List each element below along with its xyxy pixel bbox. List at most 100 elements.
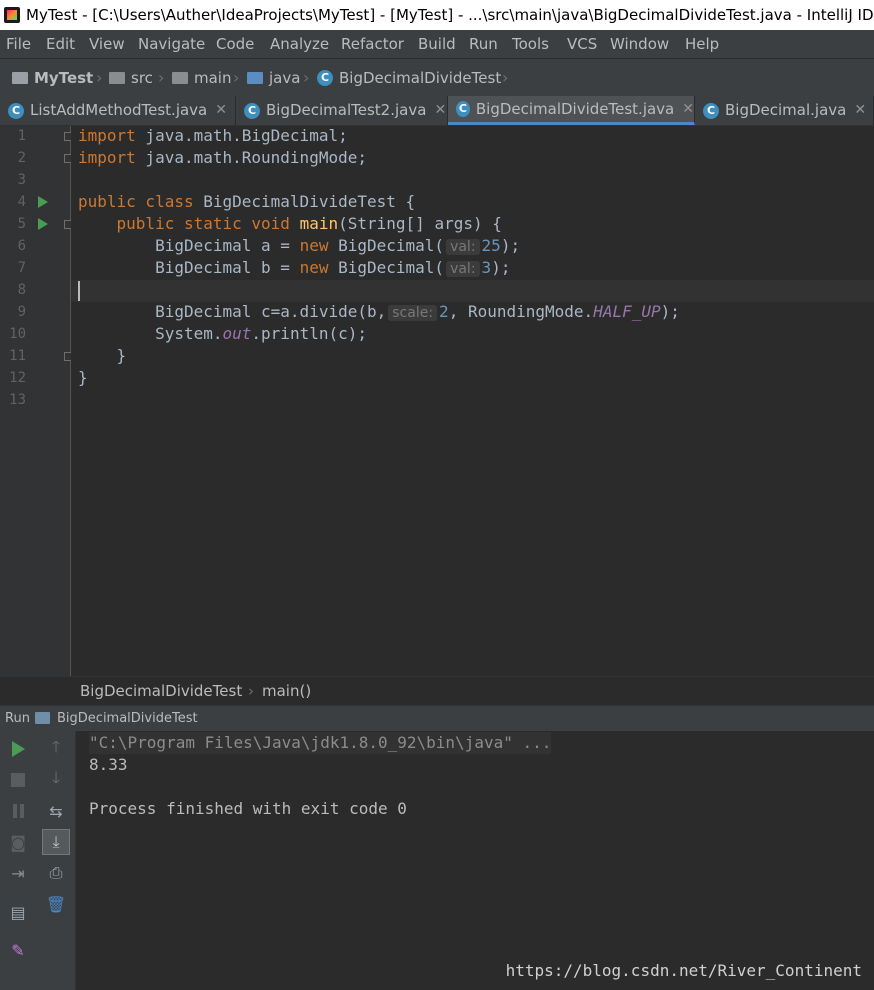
- folder-icon: [109, 72, 125, 84]
- menu-file[interactable]: File: [6, 30, 31, 58]
- menu-refactor[interactable]: Refactor: [341, 30, 404, 58]
- project-folder-icon: [12, 72, 28, 84]
- intellij-logo-icon: [4, 7, 20, 23]
- line-number: 2: [17, 150, 26, 166]
- chevron-right-icon: ›: [248, 682, 254, 700]
- run-config-icon: [35, 712, 50, 724]
- java-class-icon: C: [317, 70, 333, 86]
- code-line-2: import java.math.RoundingMode;: [78, 148, 367, 167]
- tab-label: BigDecimalDivideTest.java: [475, 99, 675, 118]
- parameter-hint: val:: [446, 239, 480, 255]
- editor-breadcrumbs: BigDecimalDivideTest › main(): [0, 676, 874, 705]
- breadcrumb-method[interactable]: main(): [262, 677, 311, 705]
- print-icon[interactable]: ⎙: [45, 862, 67, 884]
- menu-window[interactable]: Window: [610, 30, 669, 58]
- soft-wrap-icon[interactable]: ⇆: [45, 800, 67, 822]
- java-class-icon: C: [456, 101, 470, 117]
- close-icon[interactable]: ✕: [682, 95, 694, 124]
- stop-icon[interactable]: [7, 769, 29, 791]
- line-number: 12: [9, 370, 26, 386]
- scroll-to-end-icon[interactable]: ⤓: [42, 829, 70, 855]
- code-editor[interactable]: import java.math.BigDecimal; import java…: [71, 126, 874, 676]
- arrow-up-icon[interactable]: 🡑: [45, 737, 67, 760]
- menu-navigate[interactable]: Navigate: [138, 30, 205, 58]
- parameter-hint: scale:: [388, 305, 438, 321]
- code-line-5: public static void main(String[] args) {: [116, 214, 502, 233]
- menu-build[interactable]: Build: [418, 30, 456, 58]
- window-title-bar: MyTest - [C:\Users\Auther\IdeaProjects\M…: [0, 0, 874, 30]
- nav-project[interactable]: MyTest: [12, 59, 93, 97]
- nav-project-label: MyTest: [34, 69, 94, 87]
- chevron-right-icon: ›: [303, 68, 310, 87]
- pause-icon[interactable]: [7, 800, 29, 822]
- nav-java-label: java: [269, 69, 301, 87]
- line-number: 7: [17, 260, 26, 276]
- menu-vcs[interactable]: VCS: [567, 30, 597, 58]
- tab-label: BigDecimal.java: [725, 101, 847, 119]
- code-line-11: }: [78, 346, 127, 365]
- menu-code[interactable]: Code: [216, 30, 254, 58]
- console-exit-line: Process finished with exit code 0: [89, 799, 407, 818]
- line-number: 9: [17, 304, 26, 320]
- line-number: 10: [9, 326, 26, 342]
- tab-big-decimal-test2[interactable]: C BigDecimalTest2.java ✕: [236, 96, 448, 125]
- menu-edit[interactable]: Edit: [46, 30, 75, 58]
- java-class-icon: C: [8, 102, 24, 119]
- close-icon[interactable]: ✕: [215, 96, 227, 125]
- nav-file-label: BigDecimalDivideTest: [339, 69, 502, 87]
- console-output-line: 8.33: [89, 755, 128, 774]
- nav-java[interactable]: java: [247, 59, 300, 97]
- run-config-tab[interactable]: BigDecimalDivideTest: [57, 706, 198, 731]
- menu-tools[interactable]: Tools: [512, 30, 549, 58]
- trash-icon[interactable]: 🗑: [45, 893, 67, 915]
- tab-label: ListAddMethodTest.java: [30, 101, 208, 119]
- code-line-7: BigDecimal b = new BigDecimal(val: 3);: [78, 258, 511, 277]
- run-tool-window-header: Run BigDecimalDivideTest: [0, 705, 874, 731]
- nav-file[interactable]: C BigDecimalDivideTest: [317, 59, 501, 97]
- java-class-icon: C: [703, 102, 719, 119]
- current-line-highlight: [71, 280, 874, 302]
- editor-tab-bar: C ListAddMethodTest.java ✕ C BigDecimalT…: [0, 96, 874, 126]
- parameter-hint: val:: [446, 261, 480, 277]
- nav-main[interactable]: main: [172, 59, 231, 97]
- nav-src[interactable]: src: [109, 59, 153, 97]
- restore-layout-icon[interactable]: ▤: [7, 901, 29, 923]
- dump-threads-icon[interactable]: ◙: [7, 831, 29, 853]
- tab-label: BigDecimalTest2.java: [266, 101, 427, 119]
- menu-help[interactable]: Help: [685, 30, 719, 58]
- tab-big-decimal-divide-test[interactable]: C BigDecimalDivideTest.java ✕: [448, 96, 695, 125]
- menu-analyze[interactable]: Analyze: [270, 30, 329, 58]
- breadcrumb-class[interactable]: BigDecimalDivideTest: [80, 677, 242, 705]
- rerun-icon[interactable]: [7, 738, 29, 760]
- line-number: 6: [17, 238, 26, 254]
- close-icon[interactable]: ✕: [434, 96, 446, 125]
- watermark-text: https://blog.csdn.net/River_Continent: [505, 961, 862, 980]
- code-line-1: import java.math.BigDecimal;: [78, 126, 348, 145]
- code-line-9: BigDecimal c=a.divide(b, scale: 2, Roundin…: [78, 302, 680, 321]
- line-number: 8: [17, 282, 26, 298]
- window-title: MyTest - [C:\Users\Auther\IdeaProjects\M…: [26, 6, 874, 24]
- run-main-icon[interactable]: [38, 218, 48, 230]
- exit-icon[interactable]: ⇥: [7, 862, 29, 884]
- pin-icon[interactable]: ✎: [7, 939, 29, 961]
- text-caret: [78, 281, 80, 301]
- line-number: 13: [9, 392, 26, 408]
- menu-bar: File Edit View Navigate Code Analyze Ref…: [0, 30, 874, 58]
- line-number: 11: [9, 348, 26, 364]
- line-number: 1: [17, 128, 26, 144]
- tab-big-decimal[interactable]: C BigDecimal.java ✕: [695, 96, 874, 125]
- code-line-6: BigDecimal a = new BigDecimal(val: 25);: [78, 236, 521, 255]
- menu-view[interactable]: View: [89, 30, 125, 58]
- java-class-icon: C: [244, 102, 260, 119]
- menu-run[interactable]: Run: [469, 30, 498, 58]
- arrow-down-icon[interactable]: 🡓: [45, 768, 67, 791]
- source-folder-icon: [247, 72, 263, 84]
- run-class-icon[interactable]: [38, 196, 48, 208]
- run-console[interactable]: "C:\Program Files\Java\jdk1.8.0_92\bin\j…: [76, 731, 874, 990]
- close-icon[interactable]: ✕: [854, 96, 866, 125]
- tab-list-add-method-test[interactable]: C ListAddMethodTest.java ✕: [0, 96, 236, 125]
- folder-icon: [172, 72, 188, 84]
- code-line-4: public class BigDecimalDivideTest {: [78, 192, 416, 211]
- run-toolbar: 🡑 🡓 ⇆ ◙ ⤓ ⇥ ⎙ ▤ 🗑 ✎: [0, 731, 76, 990]
- code-line-12: }: [78, 368, 88, 387]
